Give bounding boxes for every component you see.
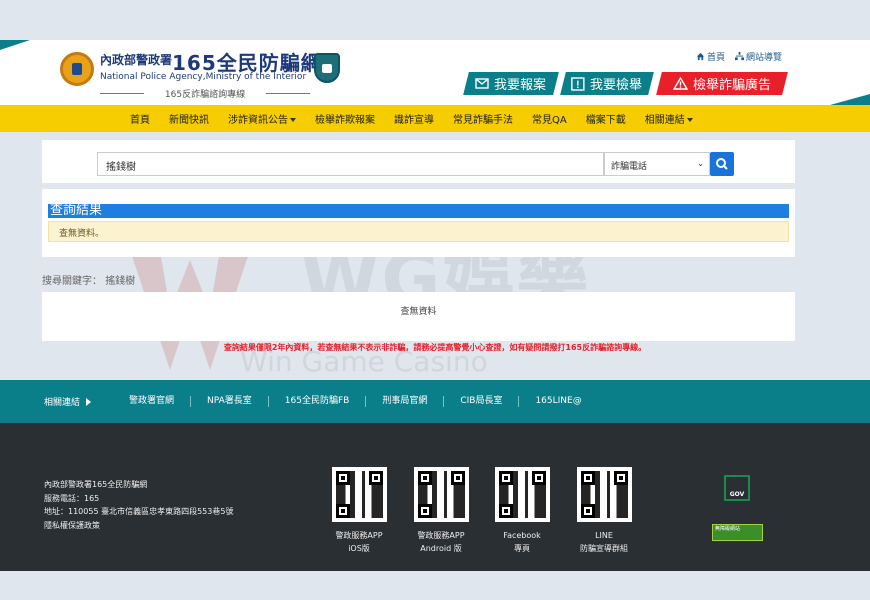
keyword-label: 搜尋關鍵字：	[42, 276, 102, 287]
qr-code-ios[interactable]	[332, 467, 387, 522]
caret-right-icon	[86, 398, 91, 406]
hotline-tagline: 165反詐騙諮詢專線	[100, 87, 310, 100]
qr-caption-android: 警政服務APPAndroid 版	[401, 529, 481, 555]
chevron-down-icon	[687, 118, 693, 122]
accessibility-badge-text: 無障礙網站	[715, 526, 740, 532]
nav-item-home[interactable]: 首頁	[130, 111, 150, 126]
keyword-value: 搖錢樹	[105, 276, 135, 287]
link-cib-site[interactable]: 刑事局官網	[366, 396, 444, 407]
chevron-down-icon	[290, 118, 296, 122]
main-nav: 首頁 新聞快訊 涉詐資訊公告 檢舉詐欺報案 識詐宣導 常見詐騙手法 常見QA 檔…	[130, 105, 712, 132]
qr-caption-facebook-line1: Facebook	[482, 529, 562, 542]
qr-caption-facebook-line2: 專頁	[482, 542, 562, 555]
search-input[interactable]: 搖錢樹	[97, 152, 604, 176]
nav-item-news[interactable]: 新聞快訊	[169, 111, 209, 126]
footer-phone: 服務電話：165	[44, 492, 233, 506]
header-accent-right	[830, 94, 870, 105]
search-category-value: 詐騙電話	[611, 162, 647, 172]
nav-item-related-label: 相關連結	[645, 115, 685, 126]
qr-code-line[interactable]	[577, 467, 632, 522]
nav-item-awareness[interactable]: 識詐宣導	[394, 111, 434, 126]
report-tip-button[interactable]: 我要檢舉	[560, 72, 654, 95]
no-result-alert: 查無資料。	[48, 221, 789, 242]
qr-caption-line-line2: 防騙宣導群組	[564, 542, 644, 555]
report-tip-label: 我要檢舉	[590, 74, 642, 93]
link-cib-director[interactable]: CIB局長室	[444, 396, 519, 407]
home-icon	[696, 52, 705, 61]
search-button[interactable]	[710, 152, 734, 176]
nav-item-report[interactable]: 檢舉詐欺報案	[315, 111, 375, 126]
top-links: 首頁 網站導覽	[696, 50, 782, 63]
agency-name-cn[interactable]: 內政部警政署	[100, 51, 172, 68]
related-links-heading: 相關連結	[44, 395, 113, 408]
link-npa-director[interactable]: NPA署長室	[191, 396, 269, 407]
nav-item-qa[interactable]: 常見QA	[532, 111, 567, 126]
qr-caption-android-line1: 警政服務APP	[401, 529, 481, 542]
qr-caption-ios-line2: iOS版	[319, 542, 399, 555]
police-emblem-icon[interactable]	[60, 52, 94, 86]
home-link[interactable]: 首頁	[696, 50, 725, 63]
privacy-policy-link[interactable]: 隱私權保護政策	[44, 519, 233, 533]
link-165-line[interactable]: 165LINE@	[519, 396, 597, 407]
top-background	[0, 0, 870, 40]
qr-code-android[interactable]	[414, 467, 469, 522]
report-case-label: 我要報案	[494, 74, 546, 93]
nav-item-methods[interactable]: 常見詐騙手法	[453, 111, 513, 126]
qr-code-facebook[interactable]	[495, 467, 550, 522]
qr-caption-ios-line1: 警政服務APP	[319, 529, 399, 542]
query-notice: 查詢結果僅限2年內資料，若查無結果不表示非詐騙，請務必提高警覺小心查證，如有疑問…	[0, 342, 870, 353]
empty-results-table: 查無資料	[42, 292, 795, 341]
qr-caption-facebook: Facebook專頁	[482, 529, 562, 555]
footer-info: 內政部警政署165全民防騙網 服務電話：165 地址：110055 臺北市信義區…	[44, 478, 233, 532]
lock-shield-icon	[314, 53, 340, 83]
header-accent-left	[0, 40, 30, 50]
gov-badge-icon[interactable]: GOV	[724, 475, 750, 501]
report-case-button[interactable]: 我要報案	[463, 72, 559, 95]
gov-badge-text: GOV	[726, 491, 748, 498]
related-links: 相關連結 警政署官網 NPA署長室 165全民防騙FB 刑事局官網 CIB局長室…	[44, 380, 598, 423]
search-keyword-line: 搜尋關鍵字： 搖錢樹	[42, 272, 135, 287]
report-scam-ad-label: 檢舉詐騙廣告	[693, 74, 771, 93]
related-links-heading-label: 相關連結	[44, 395, 80, 408]
qr-caption-line: LINE防騙宣導群組	[564, 529, 644, 555]
agency-name-en: National Police Agency,Ministry of the I…	[100, 72, 306, 82]
nav-item-fraud-info-label: 涉詐資訊公告	[228, 115, 288, 126]
nav-item-downloads[interactable]: 檔案下載	[586, 111, 626, 126]
home-link-label: 首頁	[707, 50, 725, 63]
footer-site-name: 內政部警政署165全民防騙網	[44, 478, 233, 492]
nav-item-related[interactable]: 相關連結	[645, 111, 693, 126]
nav-item-fraud-info[interactable]: 涉詐資訊公告	[228, 111, 296, 126]
warning-icon	[673, 77, 688, 90]
search-icon	[710, 152, 734, 176]
report-scam-ad-button[interactable]: 檢舉詐騙廣告	[656, 72, 788, 95]
footer-address: 地址：110055 臺北市信義區忠孝東路四段553巷5號	[44, 505, 233, 519]
result-title: 查詢結果	[48, 204, 789, 218]
link-npa-site[interactable]: 警政署官網	[113, 396, 191, 407]
sitemap-link[interactable]: 網站導覽	[735, 50, 782, 63]
qr-caption-line-line1: LINE	[564, 529, 644, 542]
link-165-fb[interactable]: 165全民防騙FB	[269, 396, 367, 407]
qr-caption-android-line2: Android 版	[401, 542, 481, 555]
sitemap-link-label: 網站導覽	[746, 50, 782, 63]
exclamation-icon	[571, 77, 585, 91]
qr-caption-ios: 警政服務APPiOS版	[319, 529, 399, 555]
accessibility-badge-icon[interactable]: 無障礙網站	[712, 524, 763, 541]
sitemap-icon	[735, 52, 744, 61]
envelope-icon	[475, 78, 489, 89]
search-category-select[interactable]: 詐騙電話 ⌄	[604, 152, 710, 176]
chevron-down-icon: ⌄	[697, 159, 704, 168]
